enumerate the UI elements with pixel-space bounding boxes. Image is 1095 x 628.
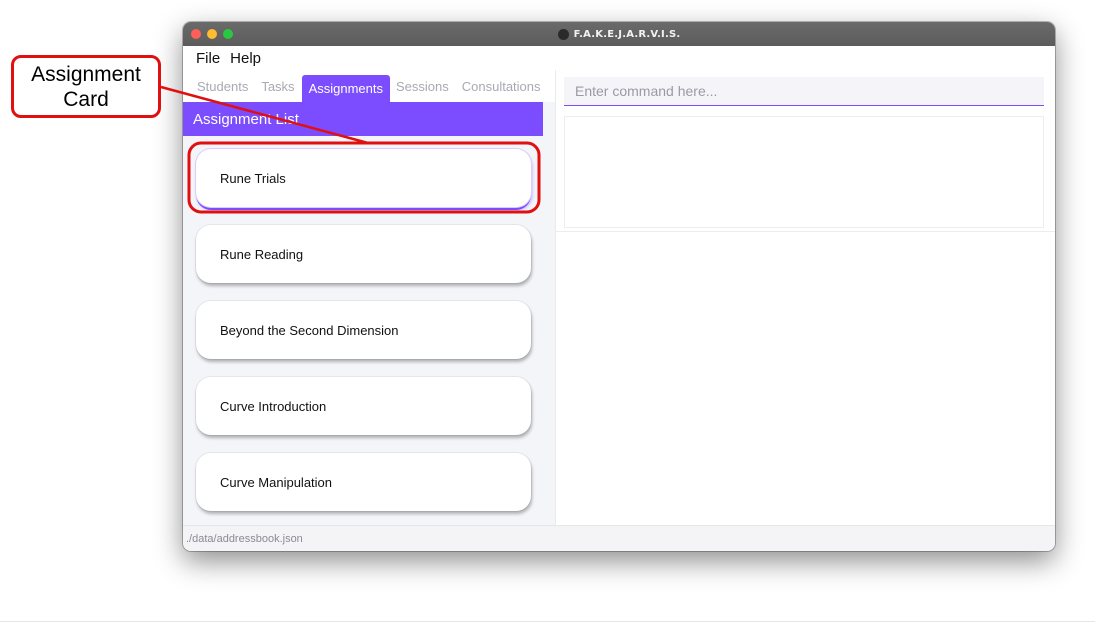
page: F.A.K.E.J.A.R.V.I.S. File Help Students … (0, 0, 1095, 628)
status-bar: ./data/addressbook.json (183, 525, 1055, 551)
menu-help[interactable]: Help (230, 50, 261, 67)
command-box (564, 77, 1044, 106)
save-location: ./data/addressbook.json (186, 532, 303, 545)
result-display (564, 116, 1044, 228)
assignment-list-header: Assignment List (183, 102, 543, 136)
callout-label: Assignment Card (31, 62, 141, 111)
window-title: F.A.K.E.J.A.R.V.I.S. (573, 28, 681, 40)
app-icon (557, 28, 569, 40)
tab-sessions[interactable]: Sessions (390, 75, 456, 102)
tab-consultations[interactable]: Consultations (456, 75, 548, 102)
tab-assignments[interactable]: Assignments (301, 75, 390, 102)
assignment-card[interactable]: Curve Manipulation (196, 453, 531, 511)
list-scrollbar[interactable] (543, 102, 555, 525)
assignment-card[interactable]: Rune Trials (196, 149, 531, 207)
assignment-card-label: Rune Reading (220, 246, 304, 262)
tab-bar: Students Tasks Assignments Sessions Cons… (183, 75, 545, 102)
tab-students[interactable]: Students (191, 75, 255, 102)
assignment-card-label: Curve Manipulation (220, 474, 333, 490)
detail-panel (556, 232, 1055, 525)
callout-box: Assignment Card (11, 55, 161, 118)
assignment-card[interactable]: Beyond the Second Dimension (196, 301, 531, 359)
tab-tasks[interactable]: Tasks (255, 75, 301, 102)
menu-file[interactable]: File (196, 50, 220, 67)
assignment-list-panel: Assignment List Rune Trials Rune Reading… (183, 102, 543, 525)
menu-bar: File Help (183, 46, 1055, 70)
assignment-card-label: Curve Introduction (220, 398, 327, 414)
assignment-card[interactable]: Rune Reading (196, 225, 531, 283)
assignment-card-label: Beyond the Second Dimension (220, 322, 399, 338)
page-divider (0, 621, 1095, 622)
command-input[interactable] (575, 83, 1035, 99)
assignment-card[interactable]: Curve Introduction (196, 377, 531, 435)
title-bar: F.A.K.E.J.A.R.V.I.S. (183, 22, 1055, 46)
app-window: F.A.K.E.J.A.R.V.I.S. File Help Students … (183, 22, 1055, 551)
assignment-card-label: Rune Trials (220, 170, 286, 186)
